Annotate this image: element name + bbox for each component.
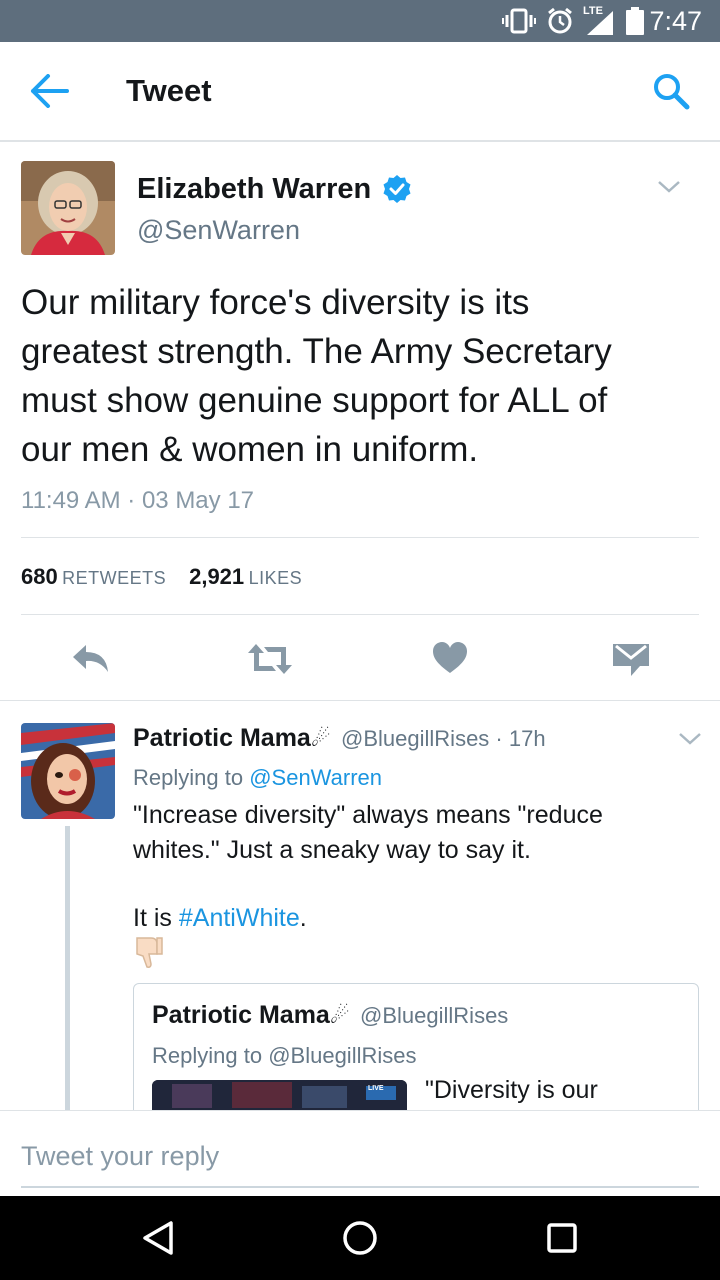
replying-to: Replying to @SenWarren <box>133 765 382 791</box>
reply-text-line: It is #AntiWhite. <box>133 901 703 936</box>
reply-header: Patriotic Mama☄ @BluegillRises · 17h <box>133 724 546 753</box>
retweets-label[interactable]: RETWEETS <box>62 568 166 588</box>
likes-count[interactable]: 2,921 <box>189 564 244 589</box>
recents-square-icon[interactable] <box>547 1223 577 1253</box>
tweet-text-line: greatest strength. The Army Secretary <box>21 332 612 371</box>
hashtag-link[interactable]: #AntiWhite <box>179 904 300 932</box>
retweets-count[interactable]: 680 <box>21 564 58 589</box>
tweet-text-line: must show genuine support for ALL of <box>21 381 608 420</box>
clock: 7:47 <box>649 6 702 36</box>
arrow-left-icon[interactable] <box>30 74 70 108</box>
system-nav-bar <box>0 1196 720 1280</box>
signal-icon <box>587 11 613 35</box>
status-bar: LTE 7:47 <box>0 0 720 42</box>
like-icon[interactable] <box>432 641 468 675</box>
replying-to-link[interactable]: @SenWarren <box>249 765 382 790</box>
reply-text-prefix: It is <box>133 904 172 932</box>
reply-text-line: "Increase diversity" always means "reduc… <box>133 801 603 829</box>
tweet-timestamp: 11:49 AM · 03 May 17 <box>21 487 255 514</box>
comet-emoji: ☄ <box>329 1003 350 1028</box>
quote-header: Patriotic Mama☄ @BluegillRises <box>152 1001 508 1030</box>
replying-prefix: Replying to <box>133 765 244 790</box>
input-underline <box>21 1186 699 1188</box>
comet-emoji: ☄ <box>310 726 331 751</box>
quote-text: "Diversity is our <box>425 1076 598 1104</box>
reply-handle-time[interactable]: @BluegillRises · 17h <box>341 726 546 751</box>
tweet-text-line: our men & women in uniform. <box>21 430 479 469</box>
reply-text-line: whites." Just a sneaky way to say it. <box>133 836 531 864</box>
page-title: Tweet <box>126 73 212 108</box>
vibrate-icon <box>502 8 536 34</box>
tweet-text-line: Our military force's diversity is its <box>21 283 530 322</box>
tweet-text: Our military force's diversity is its gr… <box>21 278 701 474</box>
author-name[interactable]: Elizabeth Warren <box>137 173 371 206</box>
reply-text-suffix: . <box>299 904 307 932</box>
likes-label[interactable]: LIKES <box>249 568 303 588</box>
verified-badge-icon <box>383 175 411 203</box>
tweet-actions <box>0 630 720 690</box>
reply-author-avatar[interactable] <box>21 723 115 819</box>
reply-input[interactable]: Tweet your reply <box>21 1141 219 1172</box>
battery-icon <box>626 7 644 35</box>
app-bar: Tweet <box>0 42 720 142</box>
live-badge: LIVE <box>368 1085 384 1092</box>
chevron-down-icon[interactable] <box>657 179 681 195</box>
reply-author-name[interactable]: Patriotic Mama <box>133 724 311 752</box>
engagement-counts: 680 RETWEETS 2,921 LIKES <box>21 564 302 590</box>
divider <box>0 700 720 701</box>
author-handle[interactable]: @SenWarren <box>137 215 300 246</box>
quote-replying-prefix: Replying to <box>152 1043 263 1068</box>
author-avatar[interactable] <box>21 161 115 255</box>
home-circle-icon[interactable] <box>343 1221 377 1255</box>
back-triangle-icon[interactable] <box>142 1220 174 1256</box>
divider <box>21 537 699 538</box>
chevron-down-icon[interactable] <box>678 731 702 747</box>
retweet-icon[interactable] <box>246 642 294 676</box>
search-icon[interactable] <box>652 72 690 110</box>
thread-line <box>65 826 70 1110</box>
quote-handle: @BluegillRises <box>360 1003 509 1028</box>
quote-author-name: Patriotic Mama <box>152 1001 330 1029</box>
direct-message-icon[interactable] <box>612 643 650 677</box>
quote-replying-handle: @BluegillRises <box>268 1043 417 1068</box>
reply-text: "Increase diversity" always means "reduc… <box>133 798 703 936</box>
quote-replying-to: Replying to @BluegillRises <box>152 1043 416 1069</box>
divider <box>21 614 699 615</box>
reply-icon[interactable] <box>70 642 110 676</box>
reply-composer[interactable]: Tweet your reply <box>0 1110 720 1197</box>
thumbs-down-emoji: 👎🏻 <box>136 937 163 968</box>
alarm-icon <box>548 7 572 34</box>
